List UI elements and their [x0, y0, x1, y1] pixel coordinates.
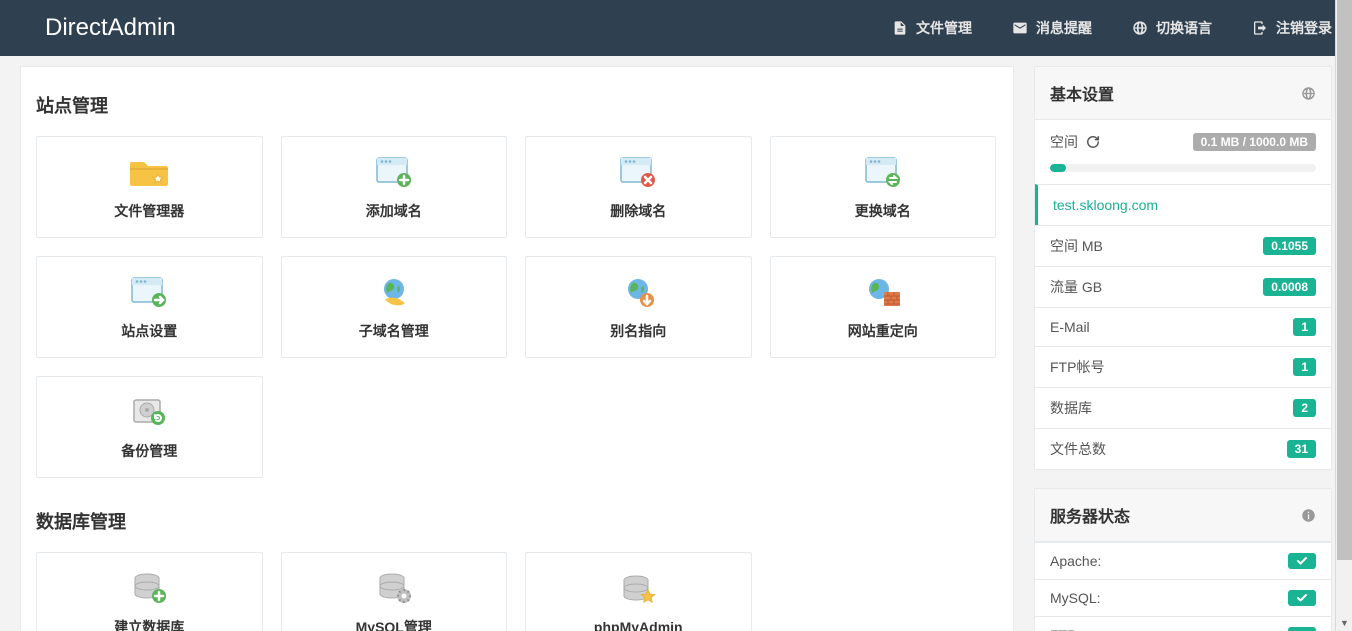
space-label: 空间 — [1050, 132, 1078, 152]
globe-icon — [1132, 20, 1148, 36]
card-label: 添加域名 — [366, 201, 422, 221]
nav-messages[interactable]: 消息提醒 — [992, 0, 1112, 56]
card-label: 网站重定向 — [848, 321, 918, 341]
card-add-domain[interactable]: 添加域名 — [281, 136, 508, 238]
folder-star-icon — [129, 153, 169, 193]
stat-row-value: 31 — [1287, 440, 1316, 458]
card-file-manager[interactable]: 文件管理器 — [36, 136, 263, 238]
card-delete-domain[interactable]: 删除域名 — [525, 136, 752, 238]
server-row-label: MySQL: — [1050, 590, 1101, 606]
stat-row: 数据库 2 — [1035, 387, 1331, 428]
refresh-icon[interactable] — [1086, 135, 1100, 149]
database-gear-icon — [374, 569, 414, 609]
status-ok-badge — [1288, 627, 1316, 631]
nav-logout[interactable]: 注销登录 — [1232, 0, 1352, 56]
browser-plus-icon — [374, 153, 414, 193]
domain-link[interactable]: test.skloong.com — [1035, 184, 1331, 225]
navbar: DirectAdmin 文件管理 消息提醒 切换语言 注销登录 — [0, 0, 1352, 56]
brand[interactable]: DirectAdmin — [0, 14, 196, 42]
card-change-domain[interactable]: 更换域名 — [770, 136, 997, 238]
stat-row: FTP帐号 1 — [1035, 346, 1331, 387]
server-row: FTP: — [1035, 616, 1331, 631]
card-alias[interactable]: 别名指向 — [525, 256, 752, 358]
nav-language[interactable]: 切换语言 — [1112, 0, 1232, 56]
globe-hand-icon — [374, 273, 414, 313]
nav-item-label: 文件管理 — [916, 18, 972, 38]
server-status-panel: 服务器状态 Apache:MySQL:FTP: PHP: 5.6.40 — [1034, 488, 1332, 631]
site-management-panel: 站点管理 文件管理器 添加域名 — [20, 66, 1014, 631]
section-title-site: 站点管理 — [36, 92, 998, 118]
section-title-db: 数据库管理 — [36, 508, 998, 534]
stat-row-value: 0.0008 — [1263, 278, 1316, 296]
server-row-label: FTP: — [1050, 627, 1080, 631]
card-label: 更换域名 — [855, 201, 911, 221]
file-icon — [892, 20, 908, 36]
globe-icon — [1301, 86, 1316, 101]
card-label: 别名指向 — [610, 321, 666, 341]
nav-item-label: 消息提醒 — [1036, 18, 1092, 38]
globe-firewall-icon — [863, 273, 903, 313]
card-label: MySQL管理 — [356, 617, 432, 631]
nav-item-label: 注销登录 — [1276, 18, 1332, 38]
stat-row: 文件总数 31 — [1035, 428, 1331, 469]
card-label: 备份管理 — [121, 441, 177, 461]
stat-row: E-Mail 1 — [1035, 307, 1331, 346]
info-icon — [1301, 508, 1316, 523]
panel-title-server: 服务器状态 — [1050, 503, 1130, 527]
nav-item-label: 切换语言 — [1156, 18, 1212, 38]
stat-row-label: E-Mail — [1050, 319, 1090, 335]
card-label: 子域名管理 — [359, 321, 429, 341]
card-create-db[interactable]: 建立数据库 — [36, 552, 263, 631]
stat-row-label: 空间 MB — [1050, 236, 1103, 256]
card-label: phpMyAdmin — [594, 619, 683, 631]
stat-row-label: 文件总数 — [1050, 439, 1106, 459]
scrollbar-down-arrow[interactable]: ▼ — [1336, 614, 1352, 631]
server-row: MySQL: — [1035, 579, 1331, 616]
stat-row-label: FTP帐号 — [1050, 357, 1104, 377]
server-row-label: Apache: — [1050, 553, 1101, 569]
panel-title-basic: 基本设置 — [1050, 81, 1114, 105]
space-usage-badge: 0.1 MB / 1000.0 MB — [1193, 133, 1316, 151]
database-star-icon — [618, 571, 658, 611]
space-progress — [1050, 164, 1316, 172]
server-row: Apache: — [1035, 542, 1331, 579]
hdd-refresh-icon — [129, 393, 169, 433]
stat-row-value: 0.1055 — [1263, 237, 1316, 255]
stat-row: 流量 GB 0.0008 — [1035, 266, 1331, 307]
stat-row: 空间 MB 0.1055 — [1035, 225, 1331, 266]
basic-settings-panel: 基本设置 空间 0.1 MB / 1000.0 MB — [1034, 66, 1332, 470]
card-label: 站点设置 — [121, 321, 177, 341]
card-phpmyadmin[interactable]: phpMyAdmin — [525, 552, 752, 631]
status-ok-badge — [1288, 590, 1316, 606]
site-grid: 文件管理器 添加域名 删除域名 — [36, 136, 998, 478]
scrollbar[interactable]: ▲ ▼ — [1335, 0, 1352, 631]
stat-row-label: 数据库 — [1050, 398, 1092, 418]
envelope-icon — [1012, 20, 1028, 36]
card-label: 删除域名 — [610, 201, 666, 221]
browser-arrow-icon — [129, 273, 169, 313]
sign-out-icon — [1252, 20, 1268, 36]
space-progress-bar — [1050, 164, 1066, 172]
card-backup[interactable]: 备份管理 — [36, 376, 263, 478]
database-plus-icon — [129, 569, 169, 609]
globe-down-icon — [618, 273, 658, 313]
status-ok-badge — [1288, 553, 1316, 569]
card-mysql-management[interactable]: MySQL管理 — [281, 552, 508, 631]
browser-swap-icon — [863, 153, 903, 193]
card-subdomain[interactable]: 子域名管理 — [281, 256, 508, 358]
card-site-settings[interactable]: 站点设置 — [36, 256, 263, 358]
db-grid: 建立数据库 MySQL管理 phpMyAdmin — [36, 552, 998, 631]
stat-row-label: 流量 GB — [1050, 277, 1102, 297]
nav-file-management[interactable]: 文件管理 — [872, 0, 992, 56]
card-label: 文件管理器 — [114, 201, 184, 221]
stat-row-value: 1 — [1293, 358, 1316, 376]
stat-row-value: 1 — [1293, 318, 1316, 336]
stat-row-value: 2 — [1293, 399, 1316, 417]
card-redirect[interactable]: 网站重定向 — [770, 256, 997, 358]
browser-x-icon — [618, 153, 658, 193]
scrollbar-thumb[interactable] — [1337, 0, 1352, 560]
card-label: 建立数据库 — [114, 617, 184, 631]
